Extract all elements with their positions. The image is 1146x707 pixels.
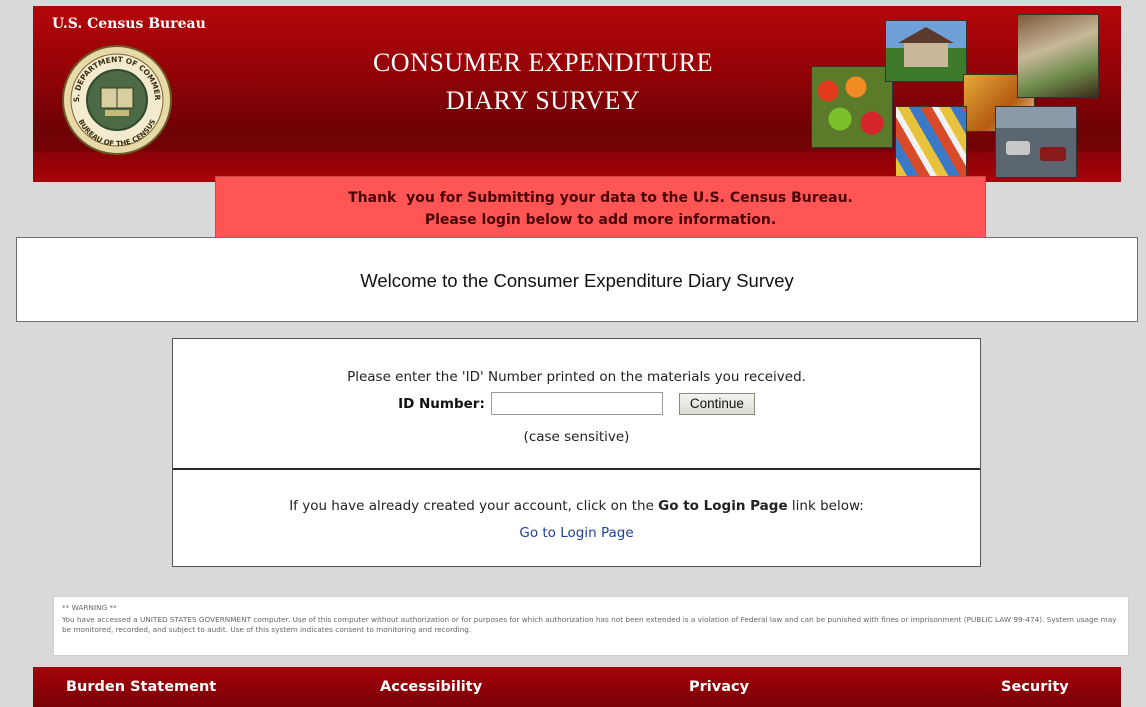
site-footer: Burden Statement Accessibility Privacy S… [33, 667, 1121, 707]
login-box: Please enter the 'ID' Number printed on … [172, 338, 981, 567]
id-entry-row: ID Number: Continue [173, 392, 980, 415]
survey-title: CONSUMER EXPENDITURE DIARY SURVEY [333, 44, 753, 120]
clothing-photo [895, 106, 967, 178]
footer-link-accessibility[interactable]: Accessibility [380, 679, 482, 695]
existing-account-text: If you have already created your account… [173, 498, 980, 514]
existing-account-prefix: If you have already created your account… [289, 498, 659, 514]
id-number-input[interactable] [490, 392, 663, 415]
warning-heading: ** WARNING ** [62, 603, 117, 612]
continue-button[interactable]: Continue [678, 392, 755, 415]
house-photo [885, 20, 967, 82]
existing-account-suffix: link below: [787, 498, 864, 514]
submission-confirmation-banner: Thank you for Submitting your data to th… [215, 176, 986, 243]
id-number-label: ID Number: [398, 395, 485, 412]
banner-line1: Thank you for Submitting your data to th… [348, 190, 853, 206]
case-sensitive-note: (case sensitive) [523, 429, 630, 445]
footer-link-privacy[interactable]: Privacy [689, 679, 749, 695]
login-divider [173, 468, 980, 470]
fruit-photo [811, 66, 893, 148]
census-seal-icon: U.S. DEPARTMENT OF COMMERCE BUREAU OF TH… [61, 44, 172, 155]
footer-link-burden-statement[interactable]: Burden Statement [66, 679, 216, 695]
banner-line2: Please login below to add more informati… [424, 212, 777, 228]
agency-name: U.S. Census Bureau [52, 16, 206, 32]
money-photo [1017, 14, 1099, 98]
footer-link-security[interactable]: Security [1001, 679, 1069, 695]
site-header: U.S. Census Bureau U.S. DEPARTMENT OF CO… [33, 6, 1121, 182]
cars-photo [995, 106, 1077, 178]
survey-title-line1: CONSUMER EXPENDITURE [372, 48, 714, 77]
welcome-panel: Welcome to the Consumer Expenditure Diar… [16, 237, 1138, 322]
warning-body: You have accessed a UNITED STATES GOVERN… [62, 615, 1117, 634]
survey-title-line2: DIARY SURVEY [445, 86, 641, 115]
welcome-heading: Welcome to the Consumer Expenditure Diar… [360, 270, 794, 291]
warning-notice: ** WARNING ** You have accessed a UNITED… [53, 596, 1129, 656]
id-instruction: Please enter the 'ID' Number printed on … [347, 369, 806, 385]
existing-account-bold: Go to Login Page [658, 498, 788, 514]
go-to-login-link[interactable]: Go to Login Page [173, 525, 980, 541]
